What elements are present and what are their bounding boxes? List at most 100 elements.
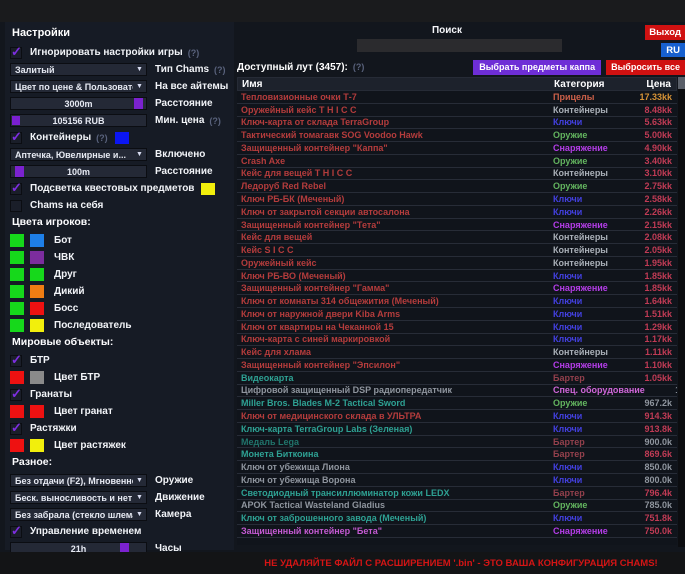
table-row[interactable]: Кейс для вещейКонтейнеры2.08kk <box>237 231 677 244</box>
item-category: Бартер <box>553 373 614 383</box>
color-swatch[interactable] <box>30 268 44 281</box>
table-row[interactable]: Ключ-карта с синей маркировкойКлючи1.17k… <box>237 334 677 347</box>
color-swatch[interactable] <box>10 371 24 384</box>
drop-all-button[interactable]: Выбросить все <box>606 60 685 75</box>
settings-row: Растяжки <box>10 422 229 435</box>
color-swatch[interactable] <box>30 285 44 298</box>
table-row[interactable]: Кейс для вещей T H I C CКонтейнеры3.10kk <box>237 168 677 181</box>
table-row[interactable]: Светодиодный трансиллюминатор кожи LEDXБ… <box>237 487 677 500</box>
checkbox-checked[interactable] <box>10 526 22 538</box>
item-category: Контейнеры <box>553 258 614 268</box>
table-row[interactable]: Ледоруб Red RebelОружие2.75kk <box>237 180 677 193</box>
checkbox-checked[interactable] <box>10 389 22 401</box>
table-row[interactable]: Ключ от убежища ВоронаКлючи800.0k <box>237 474 677 487</box>
slider-thumb[interactable] <box>134 98 143 109</box>
loot-scrollbar-thumb[interactable] <box>678 77 685 89</box>
table-row[interactable]: Ключ от закрытой секции автосалонаКлючи2… <box>237 206 677 219</box>
column-header-category[interactable]: Категория <box>554 79 613 90</box>
slider[interactable]: 100m <box>10 165 147 178</box>
dropdown[interactable]: Беск. выносливость и нет уста▼ <box>10 491 147 504</box>
column-header-price[interactable]: Цена <box>613 79 676 90</box>
column-header-name[interactable]: Имя <box>238 79 554 90</box>
table-row[interactable]: APOK Tactical Wasteland GladiusОружие785… <box>237 500 677 513</box>
table-row[interactable]: Защищенный контейнер "Каппа"Снаряжение4.… <box>237 142 677 155</box>
table-row[interactable]: Защищенный контейнер "Эпсилон"Снаряжение… <box>237 359 677 372</box>
dropdown[interactable]: Без забрала (стекло шлема)▼ <box>10 508 147 521</box>
color-swatch[interactable] <box>10 285 24 298</box>
help-icon[interactable]: (?) <box>188 48 200 58</box>
checkbox-checked[interactable] <box>10 423 22 435</box>
table-row[interactable]: Монета БиткоинаБартер869.6k <box>237 448 677 461</box>
color-swatch[interactable] <box>10 439 24 452</box>
table-row[interactable]: Ключ РБ-ВО (Меченый)Ключи1.85kk <box>237 270 677 283</box>
color-swatch[interactable] <box>30 251 44 264</box>
table-row[interactable]: Тактический томагавк SOG Voodoo HawkОруж… <box>237 129 677 142</box>
table-row[interactable]: Ключ от заброшенного завода (Меченый)Клю… <box>237 512 677 525</box>
color-swatch[interactable] <box>30 439 44 452</box>
color-swatch[interactable] <box>30 302 44 315</box>
table-row[interactable]: Цифровой защищенный DSP радиопередатчикС… <box>237 385 677 398</box>
help-icon[interactable]: (?) <box>96 133 108 143</box>
value-input[interactable]: 105156 RUB <box>10 114 147 127</box>
slider-thumb[interactable] <box>15 166 24 177</box>
table-row[interactable]: Ключ от убежища ЛионаКлючи850.0k <box>237 461 677 474</box>
table-row[interactable]: Crash AxeОружие3.40kk <box>237 155 677 168</box>
search-input[interactable] <box>357 39 562 52</box>
table-row[interactable]: Кейс для хламаКонтейнеры1.11kk <box>237 346 677 359</box>
table-row[interactable]: Ключ РБ-БК (Меченый)Ключи2.58kk <box>237 193 677 206</box>
table-row[interactable]: Тепловизионные очки Т-7Прицелы17.33kk <box>237 91 677 104</box>
table-row[interactable]: Защищенный контейнер "Гамма"Снаряжение1.… <box>237 282 677 295</box>
table-row[interactable]: Защищенный контейнер "Тета"Снаряжение2.1… <box>237 219 677 232</box>
color-swatch[interactable] <box>10 302 24 315</box>
dropdown[interactable]: Залитый▼ <box>10 63 147 76</box>
table-row[interactable]: Оружейный кейсКонтейнеры1.95kk <box>237 257 677 270</box>
checkbox-checked[interactable] <box>10 47 22 59</box>
table-row[interactable]: Кейс S I C CКонтейнеры2.05kk <box>237 244 677 257</box>
checkbox-unchecked[interactable] <box>10 200 22 212</box>
table-row[interactable]: Ключ от квартиры на Чеканной 15Ключи1.29… <box>237 321 677 334</box>
color-swatch[interactable] <box>10 405 24 418</box>
table-row[interactable]: Защищенный контейнер "Бета"Снаряжение750… <box>237 525 677 538</box>
table-row[interactable]: Ключ от медицинского склада в УЛЬТРАКлюч… <box>237 410 677 423</box>
color-swatch[interactable] <box>10 234 24 247</box>
loot-count-title: Доступный лут (3457): <box>237 62 348 73</box>
table-row[interactable]: Оружейный кейс T H I C CКонтейнеры8.48kk <box>237 104 677 117</box>
color-swatch[interactable] <box>10 268 24 281</box>
settings-row: Гранаты <box>10 388 229 401</box>
color-swatch[interactable] <box>10 319 24 332</box>
color-swatch[interactable] <box>30 319 44 332</box>
checkbox-checked[interactable] <box>10 132 22 144</box>
table-row[interactable]: Ключ от наружной двери Kiba ArmsКлючи1.5… <box>237 308 677 321</box>
color-swatch[interactable] <box>12 116 20 125</box>
table-row[interactable]: Miller Bros. Blades M-2 Tactical SwordОр… <box>237 397 677 410</box>
color-swatch[interactable] <box>30 371 44 384</box>
help-icon[interactable]: (?) <box>214 65 226 75</box>
checkbox-checked[interactable] <box>10 355 22 367</box>
loot-help-icon[interactable]: (?) <box>353 62 365 72</box>
color-swatch[interactable] <box>30 234 44 247</box>
item-name: Кейс для вещей <box>237 232 553 242</box>
dropdown[interactable]: Цвет по цене & Пользователь▼ <box>10 80 147 93</box>
checkbox-checked[interactable] <box>10 183 22 195</box>
settings-row: Дикий <box>10 285 229 298</box>
table-row[interactable]: Ключ-карта от склада TerraGroupКлючи5.63… <box>237 117 677 130</box>
table-row[interactable] <box>237 538 677 545</box>
slider[interactable]: 3000m <box>10 97 147 110</box>
table-row[interactable]: Ключ от комнаты 314 общежития (Меченый)К… <box>237 295 677 308</box>
table-row[interactable]: Медаль LegaБартер900.0k <box>237 436 677 449</box>
color-swatch[interactable] <box>30 405 44 418</box>
dropdown-value: Беск. выносливость и нет уста <box>11 493 133 503</box>
table-row[interactable]: Ключ-карта TerraGroup Labs (Зеленая)Ключ… <box>237 423 677 436</box>
color-swatch[interactable] <box>201 183 215 195</box>
color-swatch[interactable] <box>115 132 129 144</box>
help-icon[interactable]: (?) <box>209 116 221 126</box>
color-swatch[interactable] <box>10 251 24 264</box>
item-category: Ключи <box>553 271 614 281</box>
loot-scrollbar-track[interactable] <box>678 77 685 547</box>
exit-button[interactable]: Выход <box>645 25 685 40</box>
dropdown[interactable]: Аптечка, Ювелирные и...▼ <box>10 148 147 161</box>
select-kappa-items-button[interactable]: Выбрать предметы каппа <box>473 60 601 75</box>
language-button[interactable]: RU <box>661 43 685 57</box>
dropdown[interactable]: Без отдачи (F2), Мгновенное п▼ <box>10 474 147 487</box>
table-row[interactable]: ВидеокартаБартер1.05kk <box>237 372 677 385</box>
